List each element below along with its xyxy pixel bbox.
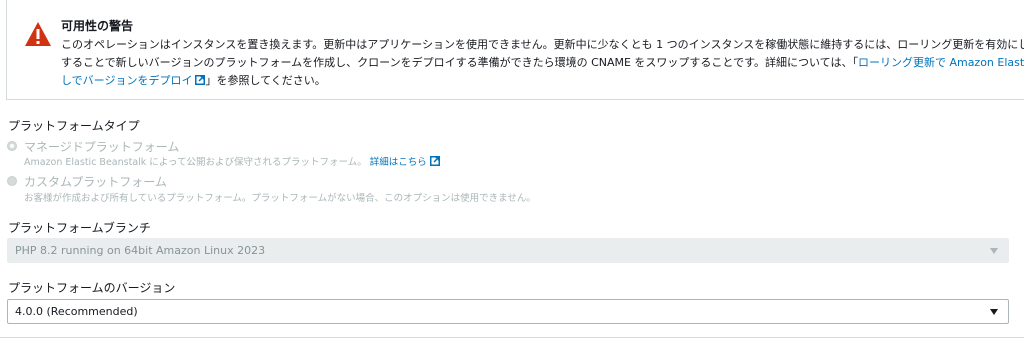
custom-platform-label[interactable]: カスタムプラットフォーム [24, 173, 167, 190]
divider [0, 337, 1024, 338]
learn-more-link[interactable]: 詳細はこちら [370, 157, 427, 168]
alert-body: このオペレーションはインスタンスを置き換えます。更新中はアプリケーションを使用で… [61, 36, 1024, 90]
platform-version-select[interactable]: 4.0.0 (Recommended) [7, 299, 1009, 324]
platform-branch-label: プラットフォームブランチ [8, 221, 151, 235]
rolling-update-link[interactable]: ローリング更新で Amazon Elastic B [858, 56, 1024, 69]
alert-line-3-tail: 」を参照してください。 [205, 74, 326, 87]
alert-line-2: することで新しいバージョンのプラットフォームを作成し、クローンをデプロイする準備… [61, 54, 1024, 72]
managed-platform-desc-text: Amazon Elastic Beanstalk によって公開および保守されるプ… [24, 157, 367, 168]
platform-branch-select[interactable]: PHP 8.2 running on 64bit Amazon Linux 20… [7, 238, 1009, 263]
chevron-down-icon [990, 248, 998, 254]
managed-platform-radio[interactable] [7, 141, 17, 151]
alert-line-1: このオペレーションはインスタンスを置き換えます。更新中はアプリケーションを使用で… [61, 38, 1024, 51]
platform-branch-value: PHP 8.2 running on 64bit Amazon Linux 20… [15, 244, 266, 257]
platform-version-label: プラットフォームのバージョン [8, 281, 176, 295]
warning-icon [25, 22, 51, 46]
alert-line-2-text: することで新しいバージョンのプラットフォームを作成し、クローンをデプロイする準備… [61, 56, 858, 69]
platform-version-value: 4.0.0 (Recommended) [15, 305, 138, 318]
custom-platform-radio[interactable] [7, 176, 17, 186]
alert-line-3: しでバージョンをデプロイ 」を参照してください。 [61, 72, 1024, 90]
managed-platform-desc: Amazon Elastic Beanstalk によって公開および保守されるプ… [24, 154, 440, 168]
platform-type-label: プラットフォームタイプ [8, 119, 140, 133]
managed-platform-label[interactable]: マネージドプラットフォーム [24, 138, 179, 155]
alert-title: 可用性の警告 [61, 19, 134, 33]
custom-platform-desc: お客様が作成および所有しているプラットフォーム。プラットフォームがない場合、この… [24, 193, 536, 204]
external-link-icon[interactable] [429, 156, 440, 166]
chevron-down-icon [990, 309, 998, 315]
availability-warning-alert: 可用性の警告 このオペレーションはインスタンスを置き換えます。更新中はアプリケー… [6, 0, 1024, 100]
deploy-version-link[interactable]: しでバージョンをデプロイ [61, 74, 192, 87]
external-link-icon[interactable] [195, 75, 206, 85]
